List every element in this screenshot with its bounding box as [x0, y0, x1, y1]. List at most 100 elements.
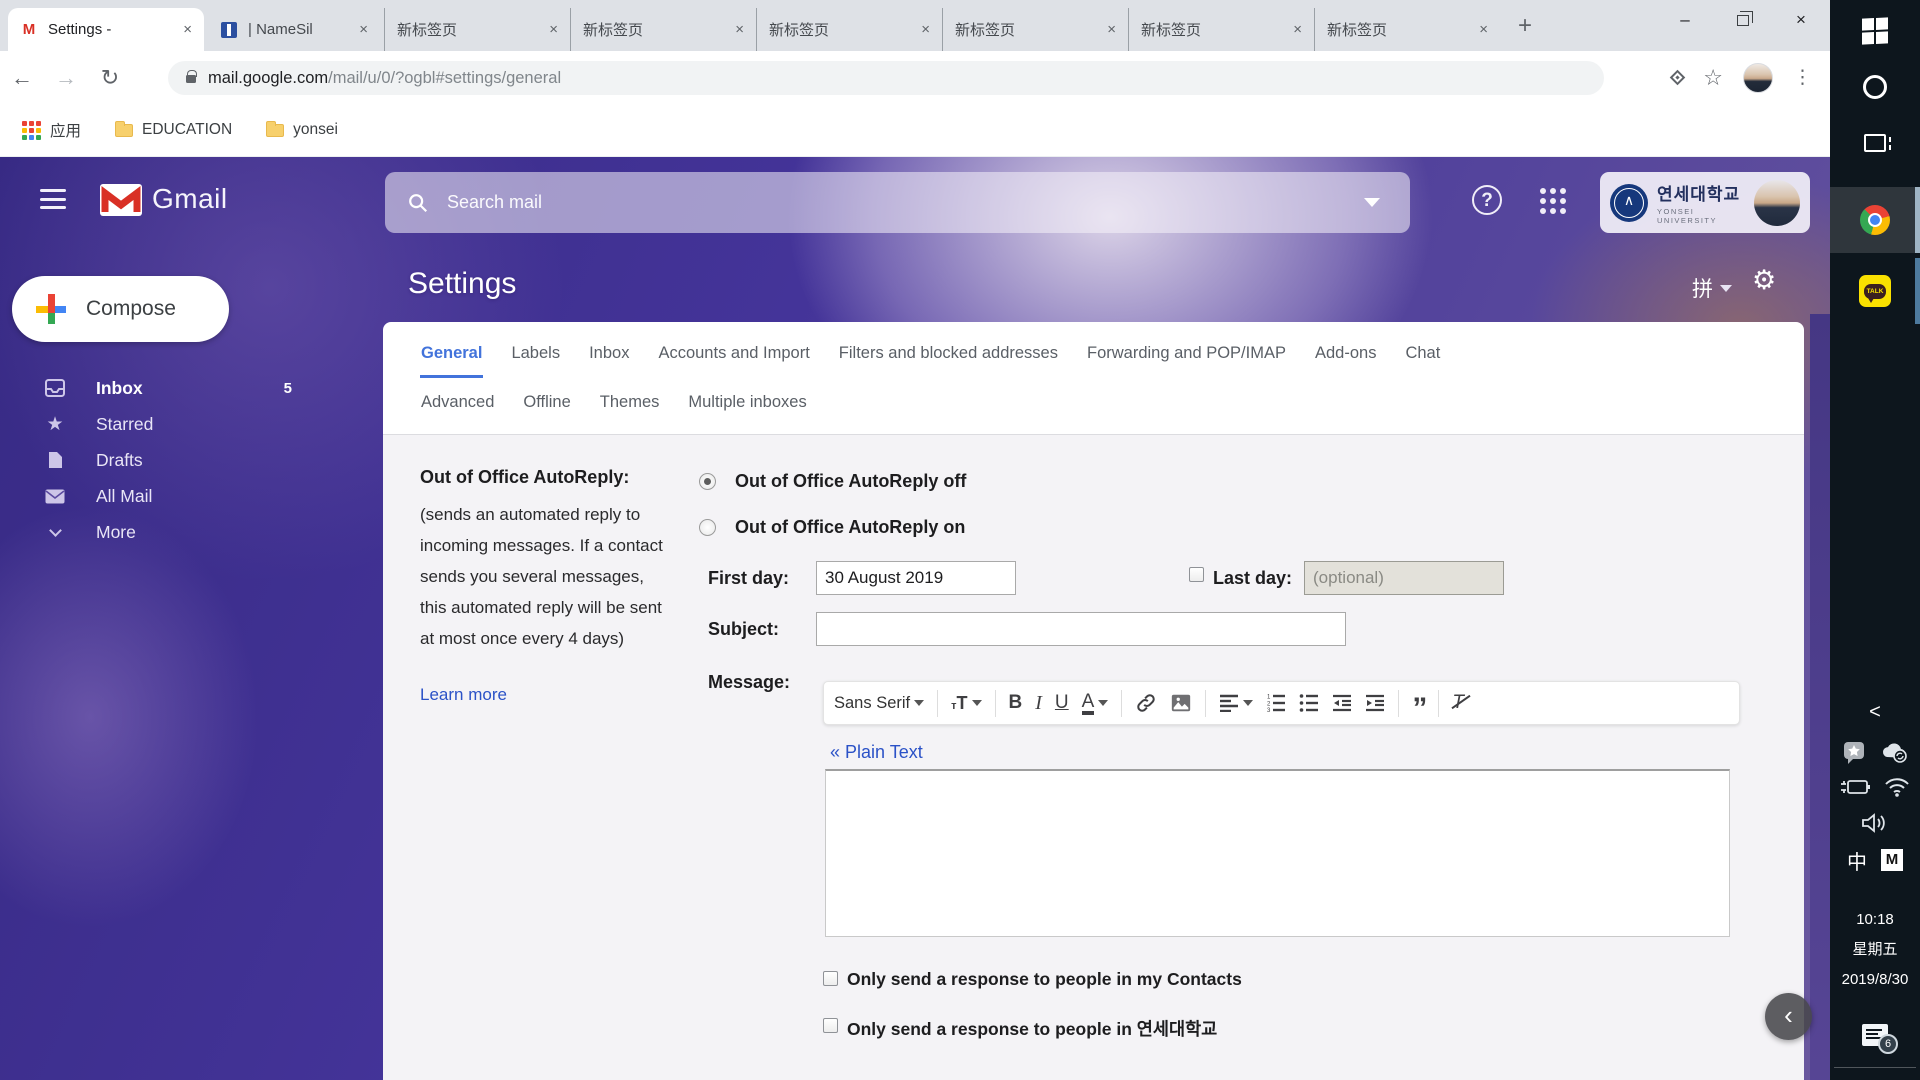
google-apps-grid-icon[interactable]: [1540, 188, 1566, 214]
settings-gear-icon[interactable]: ⚙: [1752, 265, 1776, 296]
compose-button[interactable]: Compose: [12, 276, 229, 342]
sidebar-item-starred[interactable]: ★ Starred: [0, 406, 330, 442]
tab-chat[interactable]: Chat: [1404, 336, 1441, 378]
sidebar-item-all-mail[interactable]: All Mail: [0, 478, 330, 514]
gmail-logo-icon[interactable]: [100, 184, 142, 221]
tab-advanced[interactable]: Advanced: [420, 385, 495, 424]
extension-diamond-icon[interactable]: [1670, 70, 1686, 86]
new-tab-button[interactable]: +: [1508, 12, 1542, 42]
remove-formatting-button[interactable]: T: [1452, 692, 1464, 714]
message-body-textarea[interactable]: [825, 769, 1730, 937]
browser-tab-namesilo[interactable]: | NameSil ×: [208, 8, 380, 51]
bookmark-folder-education[interactable]: EDUCATION: [115, 121, 232, 139]
browser-tab-new[interactable]: 新标签页 ×: [570, 8, 756, 51]
window-restore-button[interactable]: [1714, 0, 1772, 40]
tab-close-icon[interactable]: ×: [735, 22, 744, 37]
reload-button[interactable]: ↻: [88, 65, 132, 91]
wifi-icon[interactable]: [1884, 777, 1910, 797]
onedrive-sync-icon[interactable]: [1880, 741, 1908, 763]
cortana-button[interactable]: [1830, 66, 1920, 108]
account-profile-card[interactable]: 연세대학교 YONSEI UNIVERSITY: [1600, 172, 1810, 233]
taskbar-kakaotalk-button[interactable]: TALK: [1830, 258, 1920, 324]
search-input[interactable]: [447, 192, 1364, 213]
input-tools-button[interactable]: 拼: [1692, 273, 1732, 303]
insert-link-button[interactable]: [1135, 692, 1157, 714]
indent-button[interactable]: [1365, 694, 1385, 712]
quote-button[interactable]: ”: [1412, 704, 1425, 714]
search-options-chevron-icon[interactable]: [1364, 198, 1380, 207]
bookmark-apps[interactable]: 应用: [22, 119, 81, 141]
tab-filters[interactable]: Filters and blocked addresses: [838, 336, 1059, 378]
window-close-button[interactable]: ×: [1772, 0, 1830, 40]
help-icon[interactable]: ?: [1472, 185, 1502, 215]
last-day-checkbox[interactable]: [1189, 567, 1204, 582]
tab-labels[interactable]: Labels: [510, 336, 561, 378]
browser-tab-gmail-settings[interactable]: M Settings - ×: [8, 8, 204, 51]
last-day-input[interactable]: [1304, 561, 1504, 595]
ime-keyboard-indicator[interactable]: M: [1881, 849, 1903, 871]
start-button[interactable]: [1830, 10, 1920, 52]
tab-multiple-inboxes[interactable]: Multiple inboxes: [687, 385, 807, 424]
page-scrollbar[interactable]: [1810, 314, 1830, 1080]
sidebar-item-inbox[interactable]: Inbox 5: [0, 370, 330, 406]
autoreply-on-radio[interactable]: [699, 519, 716, 536]
floating-back-button[interactable]: ‹: [1765, 993, 1812, 1040]
org-only-checkbox[interactable]: [823, 1018, 838, 1033]
hamburger-menu-icon[interactable]: [40, 189, 66, 209]
tab-forwarding[interactable]: Forwarding and POP/IMAP: [1086, 336, 1287, 378]
browser-tab-new[interactable]: 新标签页 ×: [942, 8, 1128, 51]
taskbar-chrome-button[interactable]: [1830, 187, 1920, 253]
bookmark-folder-yonsei[interactable]: yonsei: [266, 121, 338, 139]
forward-button[interactable]: →: [44, 65, 88, 91]
text-color-button[interactable]: A: [1082, 692, 1109, 715]
ime-mode-indicator[interactable]: 中: [1847, 846, 1867, 875]
action-center-button[interactable]: 6: [1830, 1012, 1920, 1058]
font-family-dropdown[interactable]: Sans Serif: [834, 694, 924, 713]
contacts-only-checkbox[interactable]: [823, 971, 838, 986]
tab-inbox[interactable]: Inbox: [588, 336, 630, 378]
plain-text-link[interactable]: « Plain Text: [830, 742, 923, 763]
tab-close-icon[interactable]: ×: [183, 22, 192, 37]
insert-image-button[interactable]: [1170, 692, 1192, 714]
underline-button[interactable]: U: [1055, 692, 1069, 714]
browser-tab-new[interactable]: 新标签页 ×: [756, 8, 942, 51]
tab-close-icon[interactable]: ×: [359, 22, 368, 37]
back-button[interactable]: ←: [0, 65, 44, 91]
tab-close-icon[interactable]: ×: [1107, 22, 1116, 37]
taskbar-clock[interactable]: 10:18 星期五 2019/8/30: [1830, 905, 1920, 995]
task-view-button[interactable]: [1830, 122, 1920, 164]
browser-tab-new[interactable]: 新标签页 ×: [1314, 8, 1500, 51]
learn-more-link[interactable]: Learn more: [420, 685, 507, 705]
browser-tab-new[interactable]: 新标签页 ×: [1128, 8, 1314, 51]
bulleted-list-button[interactable]: [1299, 694, 1319, 712]
autoreply-off-radio[interactable]: [699, 473, 716, 490]
italic-button[interactable]: I: [1035, 692, 1042, 715]
tab-general[interactable]: General: [420, 336, 483, 378]
tab-close-icon[interactable]: ×: [921, 22, 930, 37]
tab-add-ons[interactable]: Add-ons: [1314, 336, 1377, 378]
battery-icon[interactable]: [1840, 778, 1870, 796]
user-avatar[interactable]: [1754, 180, 1800, 226]
window-minimize-button[interactable]: –: [1656, 0, 1714, 40]
subject-input[interactable]: [816, 612, 1346, 646]
address-bar[interactable]: mail.google.com/mail/u/0/?ogbl#settings/…: [168, 61, 1604, 95]
sidebar-item-more[interactable]: More: [0, 514, 330, 550]
bookmark-star-icon[interactable]: ☆: [1703, 65, 1723, 91]
browser-menu-icon[interactable]: ⋮: [1793, 66, 1812, 89]
tab-themes[interactable]: Themes: [599, 385, 661, 424]
outdent-button[interactable]: [1332, 694, 1352, 712]
tray-expand-chevron[interactable]: <: [1830, 695, 1920, 729]
browser-profile-avatar[interactable]: [1743, 63, 1773, 93]
font-size-button[interactable]: тT: [951, 693, 981, 714]
browser-tab-new[interactable]: 新标签页 ×: [384, 8, 570, 51]
tab-accounts-and-import[interactable]: Accounts and Import: [657, 336, 810, 378]
first-day-input[interactable]: [816, 561, 1016, 595]
numbered-list-button[interactable]: 123: [1266, 694, 1286, 712]
tab-close-icon[interactable]: ×: [1479, 22, 1488, 37]
tab-close-icon[interactable]: ×: [1293, 22, 1302, 37]
app-badge-icon[interactable]: [1842, 740, 1866, 764]
align-button[interactable]: [1219, 694, 1253, 712]
sidebar-item-drafts[interactable]: Drafts: [0, 442, 330, 478]
tab-offline[interactable]: Offline: [522, 385, 571, 424]
gmail-search-bar[interactable]: [385, 172, 1410, 233]
